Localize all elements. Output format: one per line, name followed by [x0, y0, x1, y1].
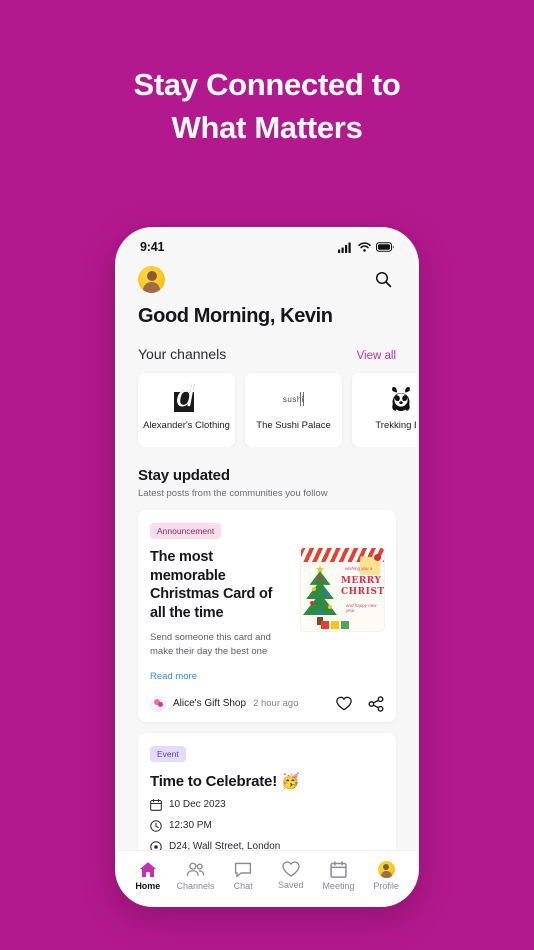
alexander-d-logo: d d: [172, 382, 202, 416]
chat-bubble-icon: [235, 862, 252, 877]
panda-icon: [391, 386, 410, 411]
nav-label: Chat: [233, 880, 253, 891]
calendar-icon: [330, 860, 347, 878]
channel-name: Alexander's Clothing: [143, 420, 230, 431]
phone-frame: 9:41 Good Morning, Kevin Your channels V…: [115, 227, 419, 907]
bottom-navigation: Home Channels Chat Saved Meeting Profile: [118, 850, 416, 904]
nav-item-home[interactable]: Home: [125, 861, 171, 891]
greeting-title: Good Morning, Kevin: [138, 305, 333, 327]
post-timestamp: 2 hour ago: [253, 698, 299, 710]
panda-logo: [386, 382, 416, 416]
updated-section-header: Stay updated Latest posts from the commu…: [118, 447, 416, 499]
nav-item-chat[interactable]: Chat: [220, 861, 266, 891]
sushi-logo: sushi: [283, 382, 304, 416]
post-body: The most memorable Christmas Card of all…: [150, 548, 384, 660]
event-time: 12:30 PM: [169, 820, 212, 832]
updated-section-subtitle: Latest posts from the communities you fo…: [138, 488, 328, 499]
view-all-link[interactable]: View all: [357, 350, 396, 362]
channels-list[interactable]: d d Alexander's Clothing sushi The Sushi…: [118, 362, 416, 447]
event-location: D24, Wall Street, London: [169, 841, 281, 850]
heart-icon[interactable]: [336, 696, 352, 711]
profile-avatar-icon: [377, 860, 395, 878]
nav-item-meeting[interactable]: Meeting: [315, 860, 361, 891]
nav-item-profile[interactable]: Profile: [363, 860, 409, 891]
post-text: The most memorable Christmas Card of all…: [150, 548, 291, 660]
channel-name: Trekking Be: [375, 420, 416, 431]
read-more-link[interactable]: Read more: [150, 671, 197, 682]
status-bar: 9:41: [118, 230, 416, 260]
hero-title-line1: Stay Connected to: [133, 67, 401, 102]
channels-section-header: Your channels View all: [118, 328, 416, 362]
avatar[interactable]: [138, 266, 165, 293]
post-actions: [336, 695, 384, 712]
event-location-row: D24, Wall Street, London: [150, 840, 384, 850]
phone-mockup: 9:41 Good Morning, Kevin Your channels V…: [115, 227, 419, 907]
author-avatar: [150, 695, 166, 712]
card-text-bottom: and happy new year: [346, 603, 377, 613]
event-time-row: 12:30 PM: [150, 819, 384, 832]
home-icon: [139, 861, 156, 877]
nav-label: Meeting: [322, 880, 355, 891]
battery-icon: [376, 242, 394, 252]
nav-label: Profile: [373, 880, 399, 891]
nav-item-channels[interactable]: Channels: [172, 861, 218, 891]
post-description: Send someone this card and make their da…: [150, 632, 271, 658]
nav-label: Saved: [278, 880, 304, 890]
calendar-icon: [150, 798, 162, 811]
card-text-top: wishing you a: [345, 566, 373, 571]
app-screen: 9:41 Good Morning, Kevin Your channels V…: [118, 230, 416, 904]
hero-title-line2: What Matters: [171, 109, 363, 145]
channel-name: The Sushi Palace: [256, 420, 331, 431]
signal-icon: [338, 242, 351, 253]
clock-icon: [150, 819, 162, 832]
status-badge: Announcement: [150, 523, 222, 539]
post-card-event[interactable]: Event Time to Celebrate! 🥳 10 Dec 2023 1…: [138, 732, 396, 850]
post-title: The most memorable Christmas Card of all…: [150, 549, 273, 621]
post-card-announcement[interactable]: Announcement The most memorable Christma…: [138, 510, 396, 722]
updated-section-title: Stay updated: [138, 467, 230, 484]
post-footer: Alice's Gift Shop 2 hour ago: [150, 695, 384, 712]
hero-heading: Stay Connected to What Matters: [0, 0, 534, 150]
location-pin-icon: [150, 840, 162, 850]
card-text-main: MERRY CHRISTMAS: [341, 576, 384, 598]
wifi-icon: [358, 242, 371, 252]
status-time: 9:41: [140, 240, 165, 254]
app-content: Good Morning, Kevin Your channels View a…: [118, 293, 416, 850]
event-title: Time to Celebrate! 🥳: [150, 772, 300, 790]
nav-label: Channels: [176, 880, 215, 891]
search-button[interactable]: [370, 267, 396, 293]
card-text-main-2: CHRISTMAS: [341, 587, 384, 597]
author-name: Alice's Gift Shop: [173, 698, 247, 710]
search-icon: [375, 271, 391, 288]
card-text-main-1: MERRY: [341, 576, 382, 586]
hero-title: Stay Connected to What Matters: [0, 64, 534, 150]
christmas-card-thumbnail: ★ wishing you a MERRY CHRIST and happy n…: [301, 548, 384, 631]
channel-card-trekking-be[interactable]: Trekking Be: [352, 373, 416, 447]
app-header: [118, 260, 416, 293]
event-date: 10 Dec 2023: [169, 799, 226, 811]
nav-item-saved[interactable]: Saved: [268, 861, 314, 890]
heart-icon: [282, 861, 300, 877]
status-badge: Event: [150, 745, 186, 762]
share-icon[interactable]: [368, 695, 384, 712]
people-icon: [186, 862, 205, 876]
status-icons: [338, 242, 394, 253]
channels-section-title: Your channels: [138, 346, 227, 362]
channel-card-alexanders-clothing[interactable]: d d Alexander's Clothing: [138, 373, 235, 447]
nav-label: Home: [135, 880, 161, 891]
channel-card-the-sushi-palace[interactable]: sushi The Sushi Palace: [245, 373, 342, 447]
event-date-row: 10 Dec 2023: [150, 798, 384, 811]
